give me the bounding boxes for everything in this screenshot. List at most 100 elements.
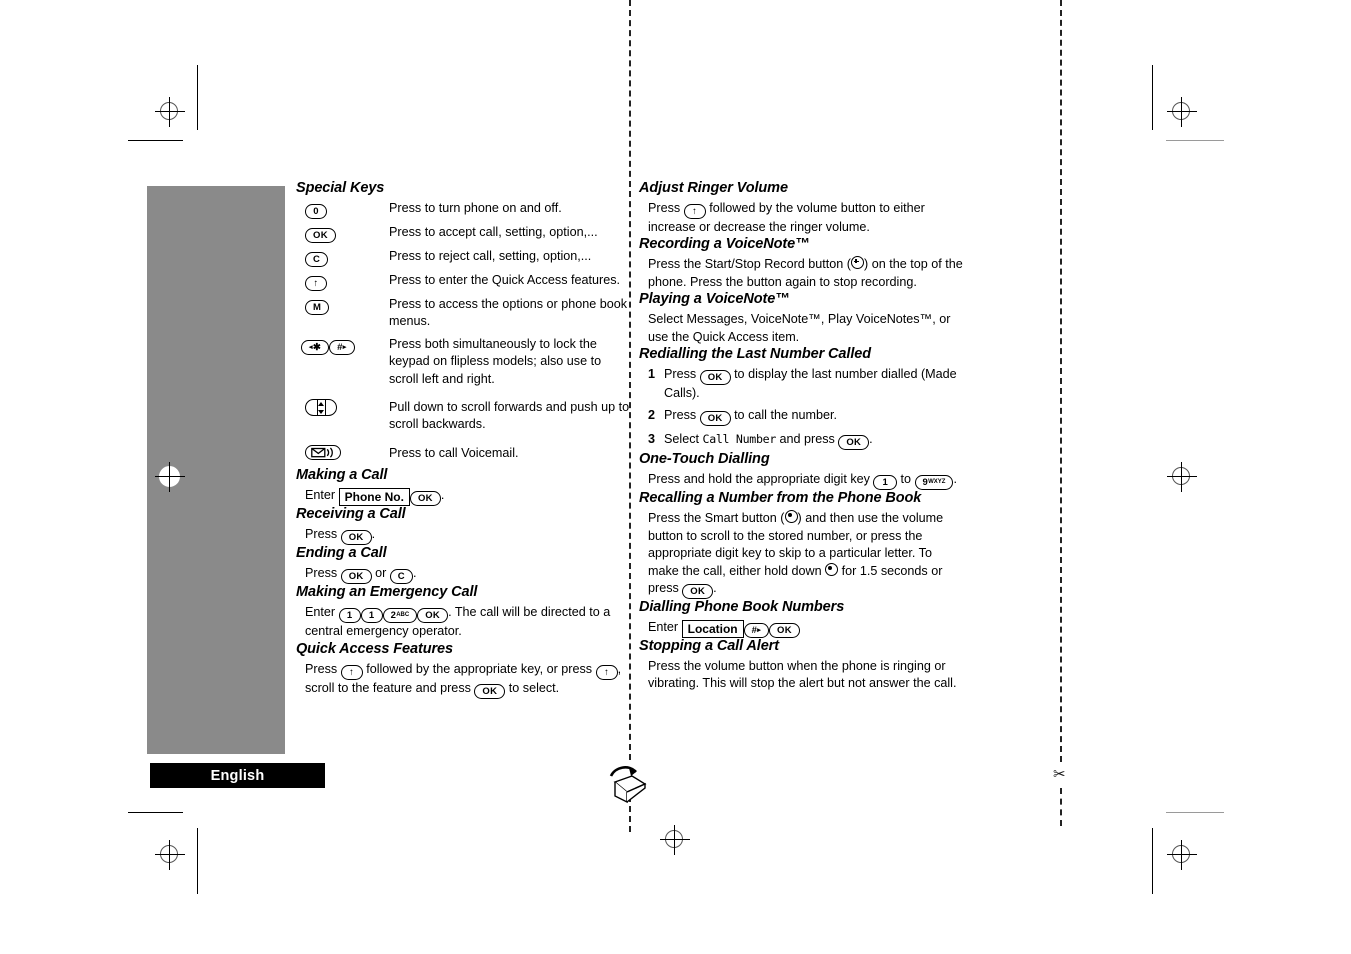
ok-key-icon: OK — [305, 228, 336, 243]
up-arrow-key-cell: ↑ — [296, 272, 389, 296]
recalling-part4: . — [713, 581, 717, 596]
dialling-phone-book-body: Enter Location #▸ OK — [648, 619, 964, 639]
ending-a-call-body: Press OK or C. — [305, 565, 630, 585]
clear-key-icon: C — [305, 252, 329, 267]
digit-2-key-icon: 2ABC — [382, 608, 418, 624]
table-row: OK Press to accept call, setting, option… — [296, 224, 630, 248]
step-number: 2 — [648, 408, 656, 423]
one-touch-dialling-body: Press and hold the appropriate digit key… — [648, 471, 964, 491]
location-field-box: Location — [681, 620, 744, 639]
crop-line-bottom-left-h — [128, 812, 183, 813]
up-arrow-key-desc: Press to enter the Quick Access features… — [389, 273, 620, 287]
power-key-desc: Press to turn phone on and off. — [389, 201, 562, 215]
display-text-call-number: Call Number — [702, 432, 777, 447]
heading-recording-voicenote: Recording a VoiceNote™ — [639, 236, 810, 253]
heading-adjust-ringer-volume: Adjust Ringer Volume — [639, 180, 788, 196]
heading-dialling-phone-book: Dialling Phone Book Numbers — [639, 599, 845, 616]
heading-one-touch-dialling: One-Touch Dialling — [639, 451, 770, 468]
power-key-icon: 0 — [305, 204, 327, 219]
up-arrow-key-icon: ↑ — [595, 664, 618, 680]
crop-line-bottom-right-h — [1166, 812, 1224, 813]
registration-mark-middle-left — [155, 462, 185, 492]
menu-key-icon: M — [305, 300, 330, 315]
ending-a-call-suffix: . — [412, 566, 417, 581]
adjust-ringer-part1: Press — [648, 201, 681, 215]
crop-line-top-right-h — [1166, 140, 1224, 141]
dialling-prefix: Enter — [648, 620, 679, 635]
smart-button-icon — [825, 562, 839, 576]
ending-a-call-prefix: Press — [305, 566, 338, 581]
record-button-icon — [851, 256, 865, 270]
step-mid: and press — [779, 432, 835, 447]
crop-line-bottom-left-v — [197, 828, 198, 894]
scroll-key-icon — [305, 399, 337, 417]
step-text: Press OK to display the last number dial… — [664, 366, 964, 402]
scroll-key-cell — [296, 393, 389, 439]
digit-1-key-icon: 1 — [873, 475, 898, 491]
digit-9-key-icon: 9WXYZ — [914, 475, 954, 491]
left-column: Special Keys 0 Press to turn phone on an… — [296, 180, 630, 699]
clear-key-cell: C — [296, 248, 389, 272]
one-touch-part2: to — [900, 472, 912, 487]
list-item: 1 Press OK to display the last number di… — [648, 366, 964, 402]
step-number: 1 — [648, 367, 656, 382]
recalling-number-body: Press the Smart button () and then use t… — [648, 510, 964, 600]
step-pre: Press — [664, 367, 697, 382]
quick-access-part2: followed by the appropriate key, or pres… — [366, 661, 593, 676]
one-touch-part3: . — [953, 472, 957, 487]
heading-special-keys: Special Keys — [296, 180, 385, 196]
star-key-icon: ◂✱ — [301, 339, 330, 355]
list-item: 3 Select Call Number and press OK. — [648, 431, 964, 451]
right-column: Adjust Ringer Volume Press ↑ followed by… — [639, 180, 964, 693]
making-a-call-suffix: . — [440, 488, 445, 503]
power-key-cell: 0 — [296, 200, 389, 224]
voicemail-key-cell — [296, 439, 389, 467]
ok-key-desc: Press to accept call, setting, option,..… — [389, 225, 598, 239]
ok-key-icon: OK — [474, 683, 506, 699]
emergency-call-prefix: Enter — [305, 605, 336, 620]
table-row: M Press to access the options or phone b… — [296, 296, 630, 336]
scissors-icon: ✂ — [1053, 765, 1066, 784]
cut-line-right — [1060, 0, 1062, 762]
clear-key-desc: Press to reject call, setting, option,..… — [389, 249, 592, 263]
recalling-part1: Press the Smart button ( — [648, 511, 785, 526]
up-arrow-key-icon: ↑ — [305, 276, 327, 291]
table-row: Press to call Voicemail. — [296, 439, 630, 467]
ok-key-icon: OK — [699, 370, 731, 386]
receiving-a-call-suffix: . — [371, 527, 376, 542]
step-post: to call the number. — [734, 408, 837, 423]
up-arrow-key-icon: ↑ — [340, 664, 363, 680]
table-row: C Press to reject call, setting, option,… — [296, 248, 630, 272]
ok-key-icon: OK — [340, 569, 372, 585]
ok-key-icon: OK — [682, 584, 714, 600]
table-row: Pull down to scroll forwards and push up… — [296, 393, 630, 439]
heading-stopping-call-alert: Stopping a Call Alert — [639, 638, 779, 655]
ok-key-icon: OK — [769, 623, 800, 639]
registration-mark-bottom-left — [155, 840, 185, 870]
adjust-ringer-volume-body: Press ↑ followed by the volume button to… — [648, 200, 964, 236]
receiving-a-call-body: Press OK. — [305, 526, 630, 546]
table-row: 0 Press to turn phone on and off. — [296, 200, 630, 224]
step-post: . — [869, 432, 873, 447]
cut-line-right-lower — [1060, 788, 1062, 826]
digit-1-key-icon: 1 — [360, 608, 383, 624]
heading-recalling-number: Recalling a Number from the Phone Book — [639, 490, 922, 507]
digit-1-key-icon: 1 — [338, 608, 361, 624]
hash-key-icon: #▸ — [329, 339, 355, 355]
one-touch-part1: Press and hold the appropriate digit key — [648, 472, 870, 487]
registration-mark-bottom-center — [660, 825, 690, 855]
quick-access-body: Press ↑ followed by the appropriate key,… — [305, 661, 630, 699]
ok-key-icon: OK — [417, 608, 449, 624]
heading-redialling: Redialling the Last Number Called — [639, 346, 871, 363]
registration-mark-top-right — [1167, 97, 1197, 127]
heading-playing-voicenote: Playing a VoiceNote™ — [639, 291, 790, 308]
stopping-call-alert-body: Press the volume button when the phone i… — [648, 659, 957, 691]
voicemail-key-icon — [305, 444, 341, 460]
fold-direction-icon — [605, 762, 653, 804]
step-pre: Select — [664, 432, 700, 447]
clear-key-icon: C — [389, 569, 413, 585]
heading-making-a-call: Making a Call — [296, 467, 388, 484]
smart-button-icon — [784, 510, 798, 524]
menu-key-cell: M — [296, 296, 389, 336]
ending-a-call-middle: or — [375, 566, 387, 581]
